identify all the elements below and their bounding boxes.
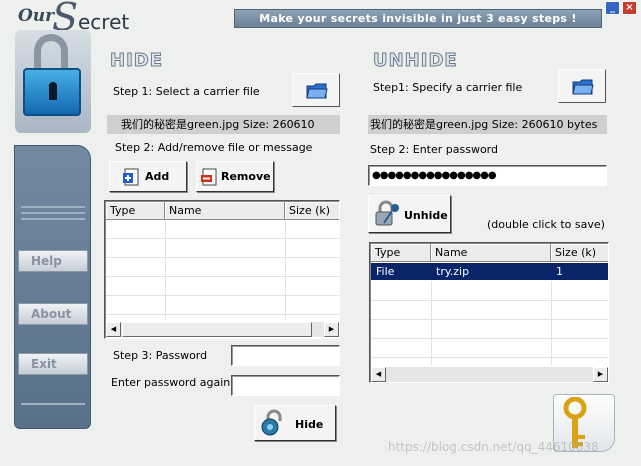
hide-password-again-input[interactable]	[231, 375, 340, 396]
unhide-file-table[interactable]: Type Name Size (k) File try.zip 1 ◀ ▶	[369, 242, 609, 383]
hide-button-label: Hide	[295, 418, 324, 431]
hide-carrier-file-info: 我们的秘密是green.jpg Size: 260610	[107, 115, 340, 134]
help-button[interactable]: Help	[18, 250, 88, 272]
exit-button[interactable]: Exit	[18, 353, 88, 375]
unhide-browse-button[interactable]	[558, 69, 606, 103]
hide-file-table[interactable]: Type Name Size (k) ◀ ▶	[104, 200, 340, 339]
unhide-carrier-file-info: 我们的秘密是green.jpg Size: 260610 bytes	[368, 115, 607, 134]
unhide-title: UNHIDE	[373, 50, 458, 72]
remove-file-icon	[201, 168, 217, 186]
minimize-button[interactable]: _	[605, 1, 620, 15]
row-type: File	[376, 265, 395, 278]
hide-lock-icon	[261, 409, 282, 436]
hide-step3-label: Step 3: Password	[113, 349, 208, 362]
hide-browse-button[interactable]	[292, 73, 340, 107]
hide-table-hscrollbar[interactable]: ◀ ▶	[106, 322, 339, 337]
hide-col-size[interactable]: Size (k)	[285, 202, 339, 220]
unhide-table-hscrollbar[interactable]: ◀ ▶	[371, 367, 608, 382]
hide-col-name[interactable]: Name	[165, 202, 285, 220]
hide-title: HIDE	[110, 50, 163, 72]
hide-table-header: Type Name Size (k)	[106, 202, 339, 220]
unhide-col-type[interactable]: Type	[371, 244, 431, 262]
unhide-button-label: Unhide	[404, 209, 448, 222]
add-button[interactable]: Add	[109, 161, 187, 192]
add-button-label: Add	[145, 170, 170, 183]
table-row[interactable]: File try.zip 1	[371, 263, 608, 280]
unhide-col-size[interactable]: Size (k)	[551, 244, 608, 262]
remove-button-label: Remove	[221, 170, 271, 183]
unhide-button[interactable]: Unhide	[368, 195, 451, 233]
tagline-banner: Make your secrets invisible in just 3 ea…	[234, 9, 602, 28]
lock-icon	[15, 30, 91, 133]
hide-step2-label: Step 2: Add/remove file or message	[115, 141, 313, 154]
watermark: https://blog.csdn.net/qq_44610838	[388, 440, 599, 454]
unhide-col-name[interactable]: Name	[431, 244, 551, 262]
hide-col-type[interactable]: Type	[106, 202, 165, 220]
scroll-right-icon[interactable]: ▶	[324, 322, 339, 337]
scroll-left-icon[interactable]: ◀	[371, 367, 386, 382]
hide-password-again-label: Enter password again	[111, 376, 231, 389]
hide-step1-label: Step 1: Select a carrier file	[113, 85, 260, 98]
remove-button[interactable]: Remove	[196, 161, 274, 192]
row-name: try.zip	[436, 265, 470, 278]
hide-button[interactable]: Hide	[254, 405, 336, 441]
scroll-left-icon[interactable]: ◀	[106, 322, 121, 337]
unhide-password-input[interactable]: ●●●●●●●●●●●●●●●●	[368, 165, 607, 186]
row-size: 1	[556, 265, 563, 278]
hide-password-input[interactable]	[231, 345, 340, 366]
close-button[interactable]: ×	[622, 1, 637, 15]
unhide-table-header: Type Name Size (k)	[371, 244, 608, 262]
unhide-keys-icon	[375, 200, 399, 226]
add-file-icon	[123, 168, 139, 186]
scroll-right-icon[interactable]: ▶	[593, 367, 608, 382]
folder-icon	[306, 83, 328, 99]
hide-scroll-thumb[interactable]	[122, 322, 312, 337]
unhide-hint: (double click to save)	[487, 218, 605, 231]
logo-our: Our	[18, 6, 55, 26]
about-button[interactable]: About	[18, 303, 88, 325]
unhide-step1-label: Step1: Specify a carrier file	[373, 81, 523, 94]
sidebar: Help About Exit	[14, 145, 91, 429]
folder-icon	[572, 79, 594, 95]
unhide-step2-label: Step 2: Enter password	[370, 143, 498, 156]
